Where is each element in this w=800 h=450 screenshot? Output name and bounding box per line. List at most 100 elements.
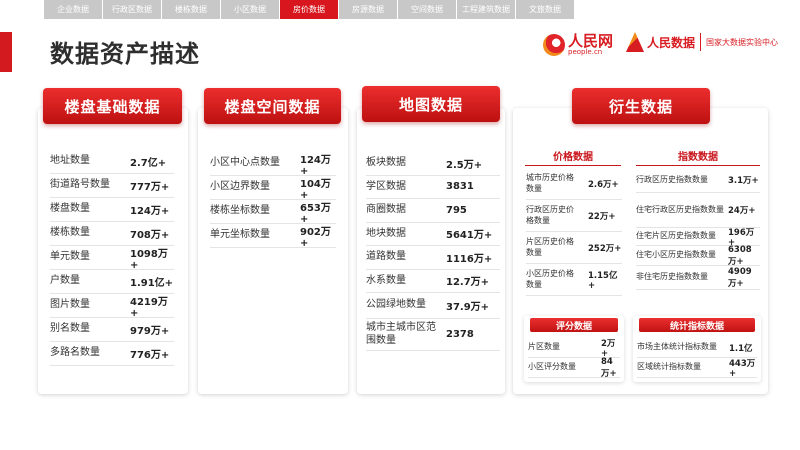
stats-data-row: 市场主体统计指标数量 1.1亿 bbox=[637, 338, 757, 358]
price-data-value: 1.15亿+ bbox=[588, 270, 618, 291]
basic-data-row: 楼栋数量 708万+ bbox=[50, 222, 174, 246]
tab-engineering[interactable]: 工程建筑数据 bbox=[457, 0, 515, 19]
price-data-value: 22万+ bbox=[588, 211, 616, 222]
basic-data-value: 2.7亿+ bbox=[130, 158, 167, 169]
logo-divider bbox=[700, 33, 702, 51]
index-data-row: 非住宅历史指数数量 4909万+ bbox=[636, 266, 760, 290]
map-data-row: 道路数量 1116万+ bbox=[366, 246, 500, 270]
map-data-value: 795 bbox=[446, 204, 467, 216]
basic-data-label: 户数量 bbox=[50, 275, 80, 287]
tab-building[interactable]: 楼栋数据 bbox=[162, 0, 220, 19]
basic-data-row: 图片数量 4219万+ bbox=[50, 294, 174, 319]
price-data-label: 小区历史价格数量 bbox=[526, 269, 574, 289]
index-data-label: 住宅片区历史指数数量 bbox=[636, 231, 716, 241]
tab-house-price[interactable]: 房价数据 bbox=[280, 0, 338, 19]
people-data-mark-icon bbox=[626, 32, 644, 52]
map-data-row: 学区数据 3831 bbox=[366, 176, 500, 199]
basic-data-value: 776万+ bbox=[130, 350, 170, 361]
map-data-row: 水系数量 12.7万+ bbox=[366, 270, 500, 293]
basic-data-label: 地址数量 bbox=[50, 155, 90, 167]
map-data-label: 城市主城市区范围数量 bbox=[366, 322, 436, 346]
basic-data-value: 4219万+ bbox=[130, 296, 168, 319]
spatial-data-label: 小区中心点数量 bbox=[210, 157, 280, 169]
spatial-data-row: 小区中心点数量 124万+ bbox=[210, 152, 336, 177]
basic-data-value: 1.91亿+ bbox=[130, 278, 174, 289]
map-data-label: 地块数据 bbox=[366, 227, 406, 239]
basic-data-row: 别名数量 979万+ bbox=[50, 318, 174, 342]
map-data-value: 2378 bbox=[446, 329, 474, 340]
tab-district[interactable]: 行政区数据 bbox=[103, 0, 161, 19]
map-data-value: 2.5万+ bbox=[446, 159, 483, 171]
basic-data-value: 708万+ bbox=[130, 230, 170, 241]
basic-data-card-title: 楼盘基础数据 bbox=[43, 88, 182, 124]
basic-data-value: 124万+ bbox=[130, 206, 170, 217]
people-logo-text: 人民网 bbox=[568, 32, 614, 50]
tab-listing[interactable]: 房源数据 bbox=[339, 0, 397, 19]
basic-data-label: 单元数量 bbox=[50, 251, 90, 263]
index-data-value: 4909万+ bbox=[728, 266, 752, 289]
people-data-logo: 人民数据 国家大数据实验中心 bbox=[626, 32, 778, 52]
people-data-logo-text: 人民数据 bbox=[647, 35, 696, 50]
basic-data-label: 街道路号数量 bbox=[50, 179, 110, 191]
map-data-label: 商圈数据 bbox=[366, 204, 406, 215]
basic-data-row: 户数量 1.91亿+ bbox=[50, 270, 174, 294]
rating-data-row: 片区数量 2万+ bbox=[528, 338, 620, 359]
derived-data-card-title: 衍生数据 bbox=[572, 88, 710, 124]
price-data-label: 行政区历史价格数量 bbox=[526, 205, 574, 225]
tab-community[interactable]: 小区数据 bbox=[221, 0, 279, 19]
index-data-row: 住宅小区历史指数数量 6308万+ bbox=[636, 244, 760, 267]
basic-data-row: 楼盘数量 124万+ bbox=[50, 198, 174, 222]
index-data-value: 3.1万+ bbox=[728, 176, 759, 186]
map-data-row: 板块数据 2.5万+ bbox=[366, 152, 500, 176]
tab-spatial[interactable]: 空间数据 bbox=[398, 0, 456, 19]
spatial-data-row: 单元坐标数量 902万+ bbox=[210, 224, 336, 249]
stats-data-label: 市场主体统计指标数量 bbox=[637, 342, 717, 352]
stats-data-label: 区域统计指标数量 bbox=[637, 362, 701, 372]
rating-data-label: 小区评分数量 bbox=[528, 362, 576, 372]
rating-data-value: 2万+ bbox=[601, 338, 616, 359]
price-data-row: 片区历史价格数量 252万+ bbox=[526, 232, 622, 264]
map-data-label: 道路数量 bbox=[366, 251, 406, 262]
map-data-row: 地块数据 5641万+ bbox=[366, 223, 500, 246]
index-data-subtitle: 指数数据 bbox=[636, 148, 760, 166]
basic-data-label: 别名数量 bbox=[50, 323, 90, 335]
map-data-value: 37.9万+ bbox=[446, 302, 490, 313]
price-data-row: 小区历史价格数量 1.15亿+ bbox=[526, 264, 622, 296]
map-data-value: 3831 bbox=[446, 181, 474, 193]
spatial-data-value: 902万+ bbox=[300, 226, 331, 249]
index-data-label: 住宅行政区历史指数数量 bbox=[636, 204, 724, 214]
rating-data-label: 片区数量 bbox=[528, 342, 560, 352]
page-title: 数据资产描述 bbox=[50, 40, 200, 68]
index-data-value: 24万+ bbox=[728, 206, 756, 216]
index-data-label: 行政区历史指数数量 bbox=[636, 174, 708, 184]
index-data-row: 住宅片区历史指数数量 196万+ bbox=[636, 228, 760, 248]
tab-enterprise[interactable]: 企业数据 bbox=[44, 0, 102, 19]
basic-data-value: 979万+ bbox=[130, 326, 170, 337]
price-data-row: 城市历史价格数量 2.6万+ bbox=[526, 168, 622, 200]
basic-data-row: 多路名数量 776万+ bbox=[50, 342, 174, 366]
stats-data-value: 443万+ bbox=[729, 358, 756, 379]
basic-data-label: 图片数量 bbox=[50, 299, 90, 311]
index-data-value: 6308万+ bbox=[728, 244, 752, 267]
spatial-data-label: 楼栋坐标数量 bbox=[210, 205, 270, 217]
rating-data-value: 84万+ bbox=[601, 356, 617, 379]
map-data-label: 公园绿地数量 bbox=[366, 299, 426, 311]
basic-data-value: 1098万+ bbox=[130, 248, 168, 271]
basic-data-row: 地址数量 2.7亿+ bbox=[50, 150, 174, 174]
price-data-row: 行政区历史价格数量 22万+ bbox=[526, 200, 622, 232]
top-tab-bar: 企业数据 行政区数据 楼栋数据 小区数据 房价数据 房源数据 空间数据 工程建筑… bbox=[44, 0, 575, 20]
map-data-card-title: 地图数据 bbox=[362, 86, 500, 122]
spatial-data-value: 653万+ bbox=[300, 202, 331, 225]
price-data-value: 2.6万+ bbox=[588, 179, 619, 190]
people-logo: 人民网 people.cn bbox=[543, 30, 613, 60]
rating-data-subtitle: 评分数据 bbox=[530, 318, 618, 332]
basic-data-label: 楼栋数量 bbox=[50, 227, 90, 239]
tab-culture-tourism[interactable]: 文旅数据 bbox=[516, 0, 574, 19]
basic-data-value: 777万+ bbox=[130, 182, 170, 193]
spatial-data-card-title: 楼盘空间数据 bbox=[204, 88, 341, 124]
price-data-subtitle: 价格数据 bbox=[525, 148, 621, 166]
stats-data-subtitle: 统计指标数据 bbox=[639, 318, 755, 332]
people-swirl-icon bbox=[543, 34, 565, 56]
basic-data-row: 街道路号数量 777万+ bbox=[50, 174, 174, 198]
map-data-row: 商圈数据 795 bbox=[366, 199, 500, 223]
